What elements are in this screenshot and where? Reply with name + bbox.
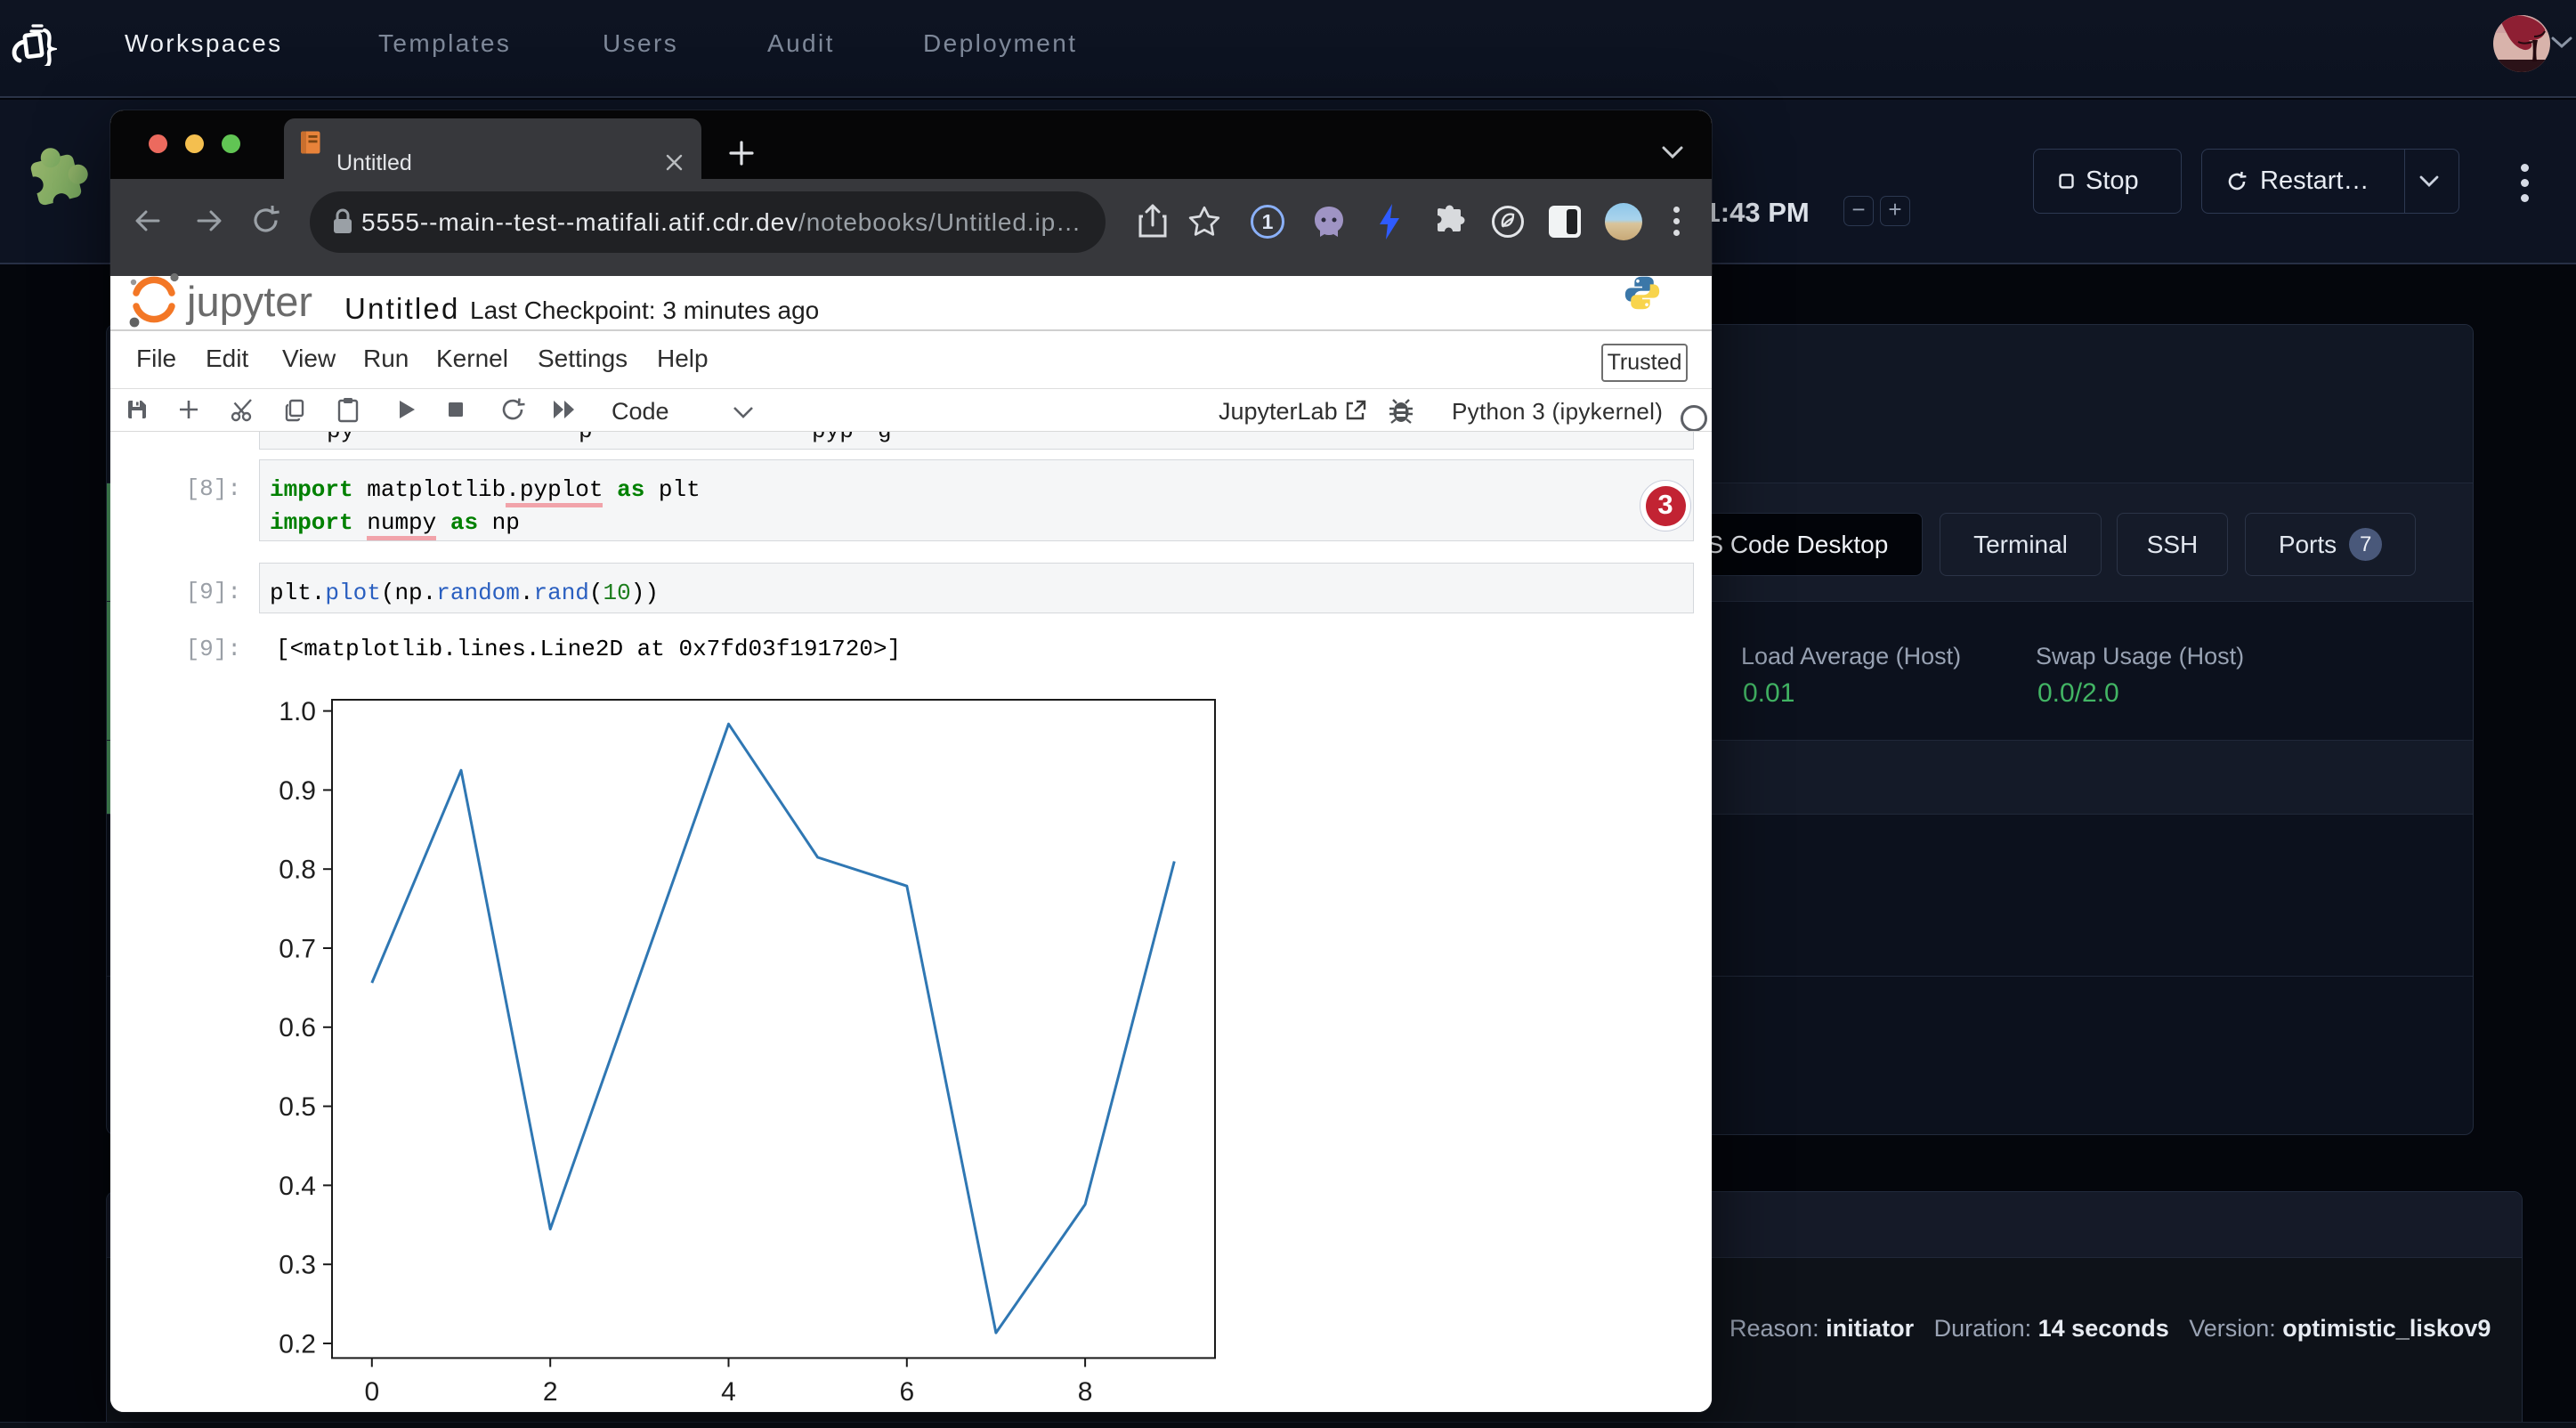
svg-text:1.0: 1.0 <box>279 697 316 726</box>
svg-text:2: 2 <box>543 1377 558 1405</box>
svg-text:0: 0 <box>364 1377 379 1405</box>
svg-text:8: 8 <box>1078 1377 1093 1405</box>
svg-text:4: 4 <box>721 1377 736 1405</box>
svg-text:0.3: 0.3 <box>279 1251 316 1280</box>
svg-text:6: 6 <box>899 1377 914 1405</box>
svg-text:0.8: 0.8 <box>279 856 316 885</box>
svg-text:0.2: 0.2 <box>279 1329 316 1359</box>
svg-text:0.4: 0.4 <box>279 1172 316 1201</box>
svg-text:0.6: 0.6 <box>279 1013 316 1043</box>
svg-text:0.7: 0.7 <box>279 934 316 963</box>
svg-text:0.5: 0.5 <box>279 1092 316 1122</box>
svg-text:0.9: 0.9 <box>279 776 316 806</box>
